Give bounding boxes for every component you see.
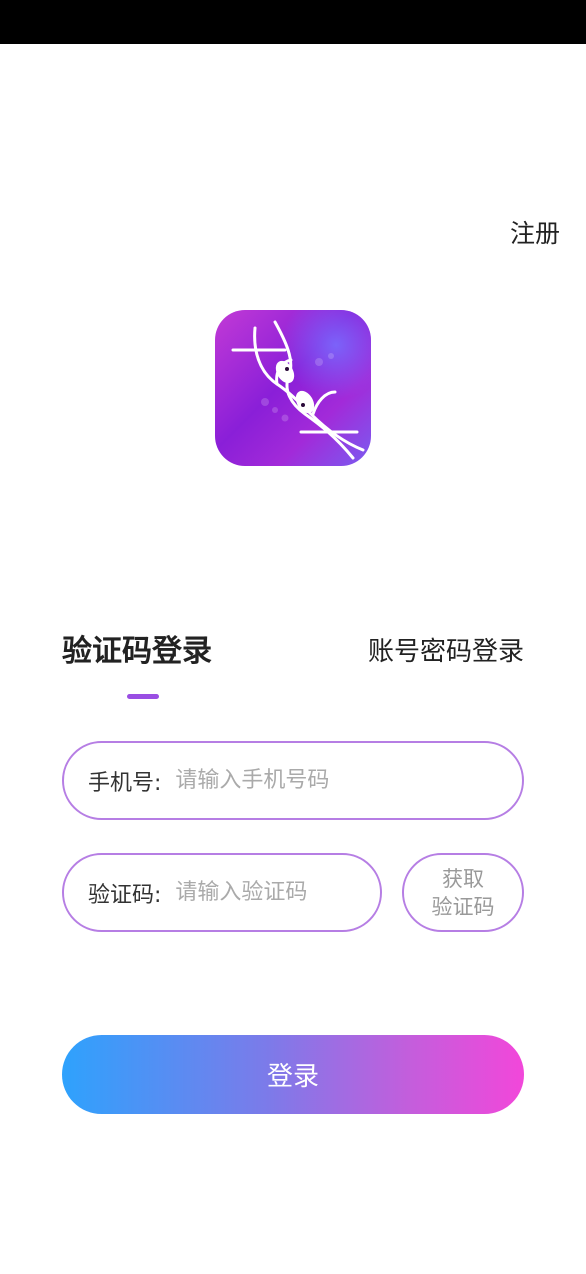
code-input[interactable] (173, 879, 348, 906)
code-label: 验证码: (88, 882, 162, 908)
login-button-label: 登录 (266, 1062, 319, 1092)
tab-indicator (127, 694, 159, 699)
get-code-button[interactable]: 获取 验证码 (402, 853, 524, 932)
register-link[interactable]: 注册 (510, 216, 560, 252)
phone-label: 手机号: (88, 770, 162, 796)
tab-sms-login[interactable]: 验证码登录 (62, 632, 212, 672)
login-button[interactable]: 登录 (62, 1035, 524, 1114)
tab-password-login[interactable]: 账号密码登录 (368, 632, 524, 672)
phone-field: 手机号: (62, 741, 524, 820)
code-field: 验证码: (62, 853, 382, 932)
login-screen: 注册 验证码登录 账号密码登录 手机号: 请输入手机号码 验证码: 请输入验证码… (0, 0, 586, 1274)
phone-input[interactable] (173, 767, 478, 794)
get-code-label-line1: 获取 (442, 866, 484, 891)
app-logo (215, 310, 371, 466)
status-bar (0, 0, 586, 44)
dna-fish-icon (231, 320, 365, 460)
get-code-label-line2: 验证码 (431, 894, 495, 919)
